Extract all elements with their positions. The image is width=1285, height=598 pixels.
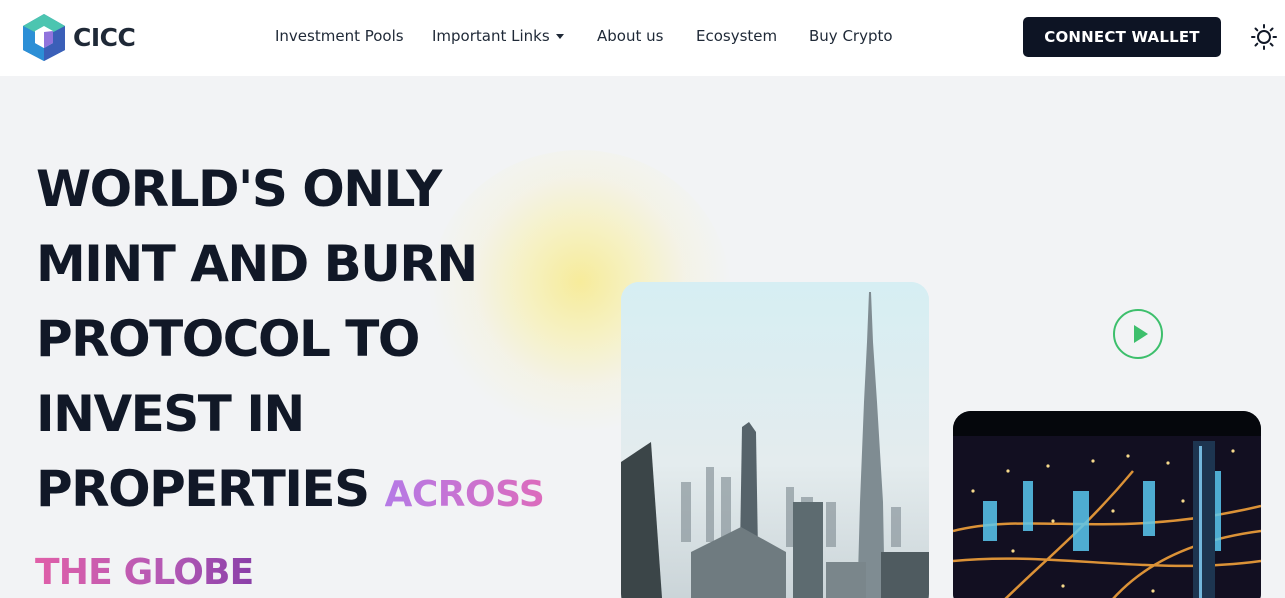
city-night-illustration: [953, 411, 1261, 598]
hero-title-word: PROPERTIES: [36, 460, 370, 518]
hero-title-line: INVEST IN: [36, 385, 305, 443]
nav-item-about-us[interactable]: About us: [597, 27, 663, 45]
theme-toggle[interactable]: [1250, 23, 1278, 51]
hero-title-line-last: PROPERTIES ACROSS: [36, 452, 596, 532]
hero-title-line: WORLD'S ONLY: [36, 160, 442, 218]
play-icon: [1134, 325, 1148, 343]
nav-label: Investment Pools: [275, 27, 404, 45]
caret-down-icon: [555, 33, 564, 39]
hero-title-line: MINT AND BURN: [36, 235, 478, 293]
hero-accent-globe: THE GLOBE: [35, 552, 254, 593]
play-video-button[interactable]: [1113, 309, 1163, 359]
city-night-aerial-photo: [953, 411, 1261, 598]
skyline-day-illustration: [621, 282, 929, 598]
city-skyline-day-photo: [621, 282, 929, 598]
nav-item-investment-pools[interactable]: Investment Pools: [275, 27, 404, 45]
nav-item-important-links[interactable]: Important Links: [432, 27, 564, 45]
hero-title-line: PROTOCOL TO: [36, 310, 420, 368]
nav-item-buy-crypto[interactable]: Buy Crypto: [809, 27, 893, 45]
hero-title: WORLD'S ONLY MINT AND BURN PROTOCOL TO I…: [36, 152, 596, 532]
nav-label: Buy Crypto: [809, 27, 893, 45]
nav-label: Ecosystem: [696, 27, 778, 45]
connect-wallet-button[interactable]: CONNECT WALLET: [1023, 17, 1221, 57]
nav-label: About us: [597, 27, 664, 45]
sun-icon: [1251, 24, 1277, 50]
hero-accent-across: ACROSS: [384, 474, 545, 515]
nav-item-ecosystem[interactable]: Ecosystem: [696, 27, 777, 45]
nav-label: Important Links: [432, 27, 550, 45]
site-header: CICC Investment Pools Important Links Ab…: [0, 0, 1285, 76]
